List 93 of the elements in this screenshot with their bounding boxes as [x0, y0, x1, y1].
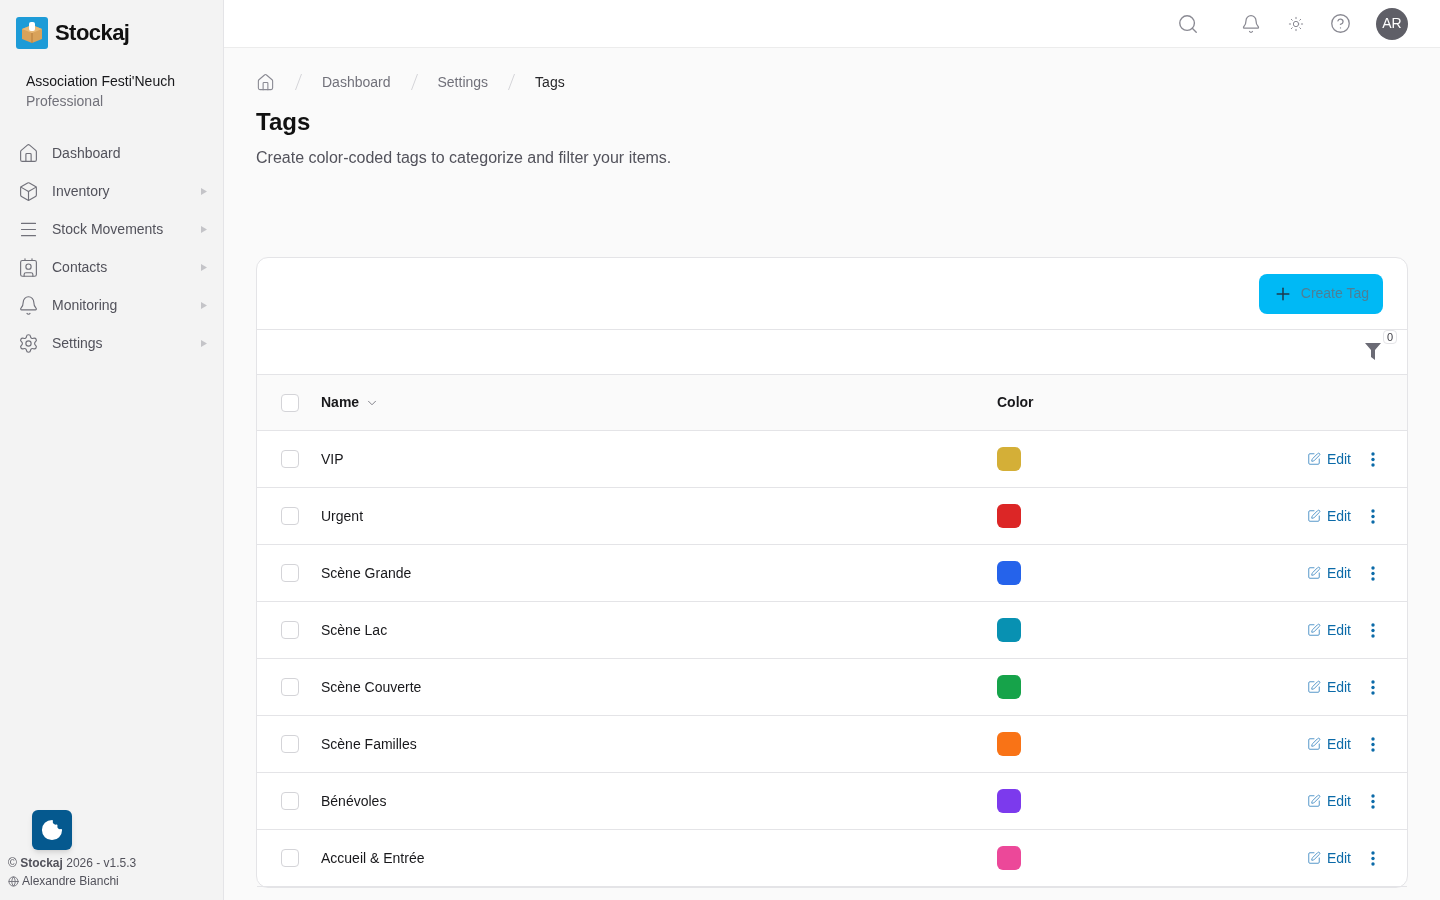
sidebar-nav-item[interactable]: Dashboard [8, 134, 215, 172]
gear-icon [18, 332, 39, 354]
edit-link[interactable]: Edit [1306, 790, 1351, 812]
more-actions-button[interactable] [1371, 565, 1375, 581]
brand-name: Stockaj [55, 19, 130, 47]
checkbox[interactable] [281, 735, 299, 753]
caret-icon [201, 225, 207, 233]
vertical-dots-icon [1371, 565, 1375, 581]
edit-link[interactable]: Edit [1306, 562, 1351, 584]
vertical-dots-icon [1371, 508, 1375, 524]
filter-icon[interactable] [1365, 343, 1381, 360]
tag-name: Urgent [321, 506, 364, 526]
search-icon [1177, 12, 1199, 35]
vertical-dots-icon [1371, 736, 1375, 752]
tag-name: Scène Couverte [321, 677, 422, 697]
edit-link[interactable]: Edit [1306, 448, 1351, 470]
caret-icon [201, 339, 207, 347]
edit-link[interactable]: Edit [1306, 847, 1351, 869]
checkbox[interactable] [281, 678, 299, 696]
vertical-dots-icon [1371, 622, 1375, 638]
pencil-square-icon [1306, 851, 1321, 865]
box-logo-icon [16, 16, 48, 49]
pencil-square-icon [1306, 509, 1321, 523]
copyright-text: © Stockaj 2026 - v1.5.3 [8, 855, 138, 872]
cube-icon [18, 180, 39, 202]
house-icon [256, 72, 275, 92]
page-title: Tags [256, 107, 311, 137]
contact-card-icon [18, 256, 39, 278]
edit-link[interactable]: Edit [1306, 619, 1351, 641]
edit-link[interactable]: Edit [1306, 733, 1351, 755]
bell-icon [18, 294, 39, 316]
cookie-settings-button[interactable] [32, 810, 72, 850]
sidebar-nav-item[interactable]: Inventory [8, 172, 215, 210]
tag-name: Scène Grande [321, 563, 412, 583]
edit-link[interactable]: Edit [1306, 505, 1351, 527]
vertical-dots-icon [1371, 679, 1375, 695]
user-name: Alexandre Bianchi [22, 873, 119, 890]
vertical-dots-icon [1371, 793, 1375, 809]
checkbox[interactable] [281, 792, 299, 810]
slash-separator-icon [410, 74, 418, 90]
slash-separator-icon [508, 74, 516, 90]
pencil-square-icon [1306, 680, 1321, 694]
tag-name: Accueil & Entrée [321, 848, 425, 868]
checkbox[interactable] [281, 450, 299, 468]
plan-label: Professional [26, 92, 105, 111]
sun-icon [1288, 15, 1304, 32]
pencil-square-icon [1306, 794, 1321, 808]
edit-link[interactable]: Edit [1306, 676, 1351, 698]
home-link[interactable] [256, 72, 275, 92]
help-icon [1329, 13, 1351, 34]
more-actions-button[interactable] [1371, 451, 1375, 467]
organization-name: Association Festi'Neuch [26, 72, 176, 91]
globe-icon [8, 875, 19, 887]
filter-count-badge: 0 [1383, 330, 1397, 344]
pencil-square-icon [1306, 566, 1321, 580]
color-column-header: Color [997, 393, 1034, 412]
breadcrumb-link[interactable]: Dashboard [322, 71, 391, 93]
caret-icon [201, 263, 207, 271]
more-actions-button[interactable] [1371, 679, 1375, 695]
cookie-icon [41, 819, 63, 841]
more-actions-button[interactable] [1371, 736, 1375, 752]
tag-name: VIP [321, 449, 344, 469]
sidebar-nav-item[interactable]: Settings [8, 324, 215, 362]
sidebar-nav-item[interactable]: Stock Movements [8, 210, 215, 248]
tag-name: Bénévoles [321, 791, 387, 811]
house-icon [18, 142, 39, 164]
bell-icon [1241, 13, 1261, 34]
checkbox[interactable] [281, 507, 299, 525]
checkbox[interactable] [281, 564, 299, 582]
pencil-square-icon [1306, 452, 1321, 466]
more-actions-button[interactable] [1371, 850, 1375, 866]
checkbox[interactable] [281, 849, 299, 867]
checkbox[interactable] [281, 393, 299, 412]
caret-icon [201, 187, 207, 195]
slash-separator-icon [295, 74, 302, 90]
user-avatar[interactable]: AR [1376, 7, 1408, 40]
breadcrumb-link[interactable]: Settings [437, 71, 489, 93]
tag-name: Scène Familles [321, 734, 417, 754]
pencil-square-icon [1306, 623, 1321, 637]
vertical-dots-icon [1371, 850, 1375, 866]
more-actions-button[interactable] [1371, 508, 1375, 524]
checkbox[interactable] [281, 621, 299, 639]
sidebar-nav-item[interactable]: Monitoring [8, 286, 215, 324]
breadcrumb-link[interactable]: Tags [535, 71, 565, 93]
caret-icon [201, 301, 207, 309]
sidebar-nav-item[interactable]: Contacts [8, 248, 215, 286]
page-description: Create color-coded tags to categorize and filter your items. [256, 148, 672, 168]
more-actions-button[interactable] [1371, 793, 1375, 809]
pencil-square-icon [1306, 737, 1321, 751]
name-column-header[interactable]: Name [321, 392, 380, 413]
vertical-dots-icon [1371, 451, 1375, 467]
tag-name: Scène Lac [321, 620, 388, 640]
more-actions-button[interactable] [1371, 622, 1375, 638]
